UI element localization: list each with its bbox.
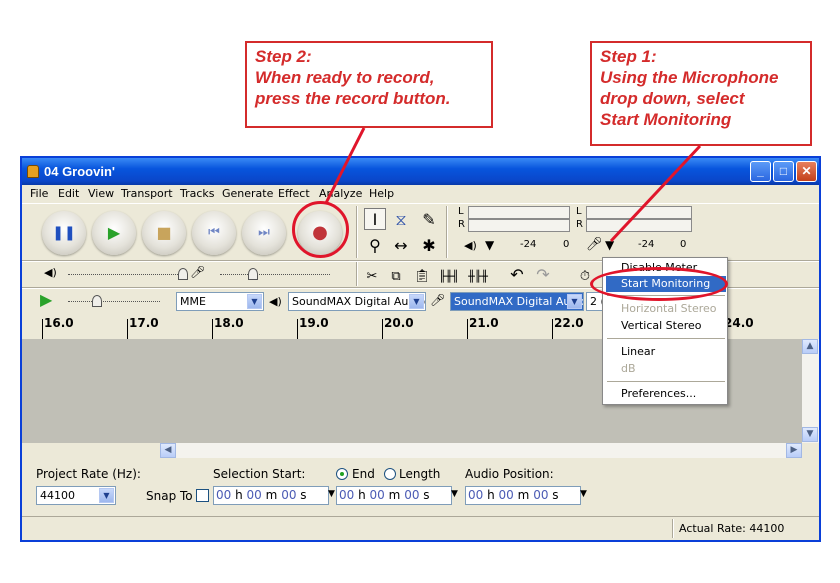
step1-arrow [609,144,702,243]
callout-arrows [324,127,702,243]
step2-arrow [324,127,366,204]
